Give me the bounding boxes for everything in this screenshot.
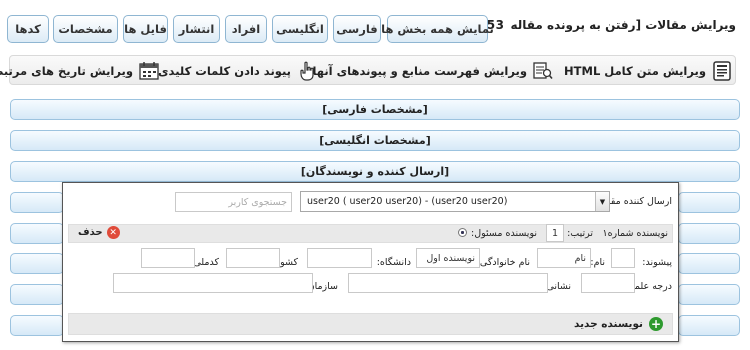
delete-author-button[interactable]: ✕ حذف xyxy=(78,226,120,239)
document-icon xyxy=(711,60,733,82)
address-input[interactable] xyxy=(348,273,548,293)
publish-button[interactable]: انتشار xyxy=(173,15,220,43)
link-keywords-label: پیوند دادن کلمات کلیدی xyxy=(158,64,291,78)
section-persian-specs[interactable]: [مشخصات فارسی] xyxy=(10,99,740,120)
section-stub[interactable] xyxy=(678,315,740,336)
edit-html-tool[interactable]: ویرایش متن کامل HTML xyxy=(564,56,733,86)
section-sender-authors[interactable]: [ارسال کننده و نویسندگان] xyxy=(10,161,740,182)
section-stub[interactable] xyxy=(10,284,64,305)
edit-html-label: ویرایش متن کامل HTML xyxy=(564,64,706,78)
responsible-radio[interactable] xyxy=(458,228,467,237)
section-stub[interactable] xyxy=(10,253,64,274)
author-number-label: نویسنده شماره۱ xyxy=(602,228,668,239)
show-all-sections-button[interactable]: نمایش همه بخش ها xyxy=(381,15,494,43)
sender-authors-panel: ارسال کننده مقاله: user20 ( user20 user2… xyxy=(62,182,679,342)
edit-references-label: ویرایش فهرست منابع و پیوندهای آنها xyxy=(312,64,527,78)
section-stub[interactable] xyxy=(678,284,740,305)
national-code-input[interactable] xyxy=(141,248,195,268)
family-name-label: نام خانوادگی: xyxy=(476,257,530,268)
edit-dates-tool[interactable]: ویرایش تاریخ های مرتبط xyxy=(0,56,160,86)
section-stub[interactable] xyxy=(678,253,740,274)
order-label: ترتیب: xyxy=(567,228,593,239)
section-stub[interactable] xyxy=(678,192,740,213)
section-stub[interactable] xyxy=(10,223,64,244)
section-stub[interactable] xyxy=(10,315,64,336)
prefix-input[interactable] xyxy=(611,248,635,268)
prefix-label: پیشوند: xyxy=(642,257,672,268)
responsible-author-label: نویسنده مسئول: xyxy=(471,228,537,239)
english-button[interactable]: انگلیسی xyxy=(272,15,328,43)
delete-label: حذف xyxy=(78,227,103,238)
user-search-input[interactable]: جستجوی کاربر xyxy=(175,192,292,212)
edit-references-tool[interactable]: ویرایش فهرست منابع و پیوندهای آنها xyxy=(312,56,554,86)
link-keywords-tool[interactable]: پیوند دادن کلمات کلیدی xyxy=(158,56,318,86)
edit-dates-label: ویرایش تاریخ های مرتبط xyxy=(0,64,133,78)
name-input[interactable]: نام xyxy=(537,248,591,268)
chevron-down-icon[interactable]: ▼ xyxy=(595,192,609,211)
references-icon xyxy=(532,60,554,82)
section-stub[interactable] xyxy=(10,192,64,213)
family-name-input[interactable]: نویسنده اول xyxy=(416,248,480,268)
files-button[interactable]: فایل ها xyxy=(123,15,168,43)
section-stub[interactable] xyxy=(678,223,740,244)
persian-button[interactable]: فارسی xyxy=(333,15,381,43)
country-input[interactable] xyxy=(226,248,280,268)
calendar-icon xyxy=(138,60,160,82)
new-author-label: نویسنده جدید xyxy=(574,318,643,330)
university-input[interactable] xyxy=(307,248,372,268)
add-icon: + xyxy=(649,317,663,331)
university-label: دانشگاه: xyxy=(376,257,411,268)
name-label: نام: xyxy=(590,257,605,268)
order-input[interactable]: 1 xyxy=(546,224,564,242)
specs-button[interactable]: مشخصات xyxy=(53,15,118,43)
academic-degree-input[interactable] xyxy=(581,273,635,293)
people-button[interactable]: افراد xyxy=(225,15,267,43)
section-english-specs[interactable]: [مشخصات انگلیسی] xyxy=(10,130,740,151)
add-author-button[interactable]: + نویسنده جدید xyxy=(574,317,663,331)
organization-input[interactable] xyxy=(113,273,313,293)
sender-select-value: user20 ( user20 user20) - (user20 user20… xyxy=(307,196,508,207)
codes-button[interactable]: کدها xyxy=(7,15,49,43)
hand-pointer-icon xyxy=(296,60,318,82)
title-text: ویرایش مقالات [رفتن به پرونده مقاله xyxy=(510,18,736,32)
sender-select[interactable]: user20 ( user20 user20) - (user20 user20… xyxy=(300,191,610,212)
delete-icon: ✕ xyxy=(106,226,120,239)
edit-toolbar: ویرایش متن کامل HTML ویرایش فهرست منابع … xyxy=(0,55,736,86)
